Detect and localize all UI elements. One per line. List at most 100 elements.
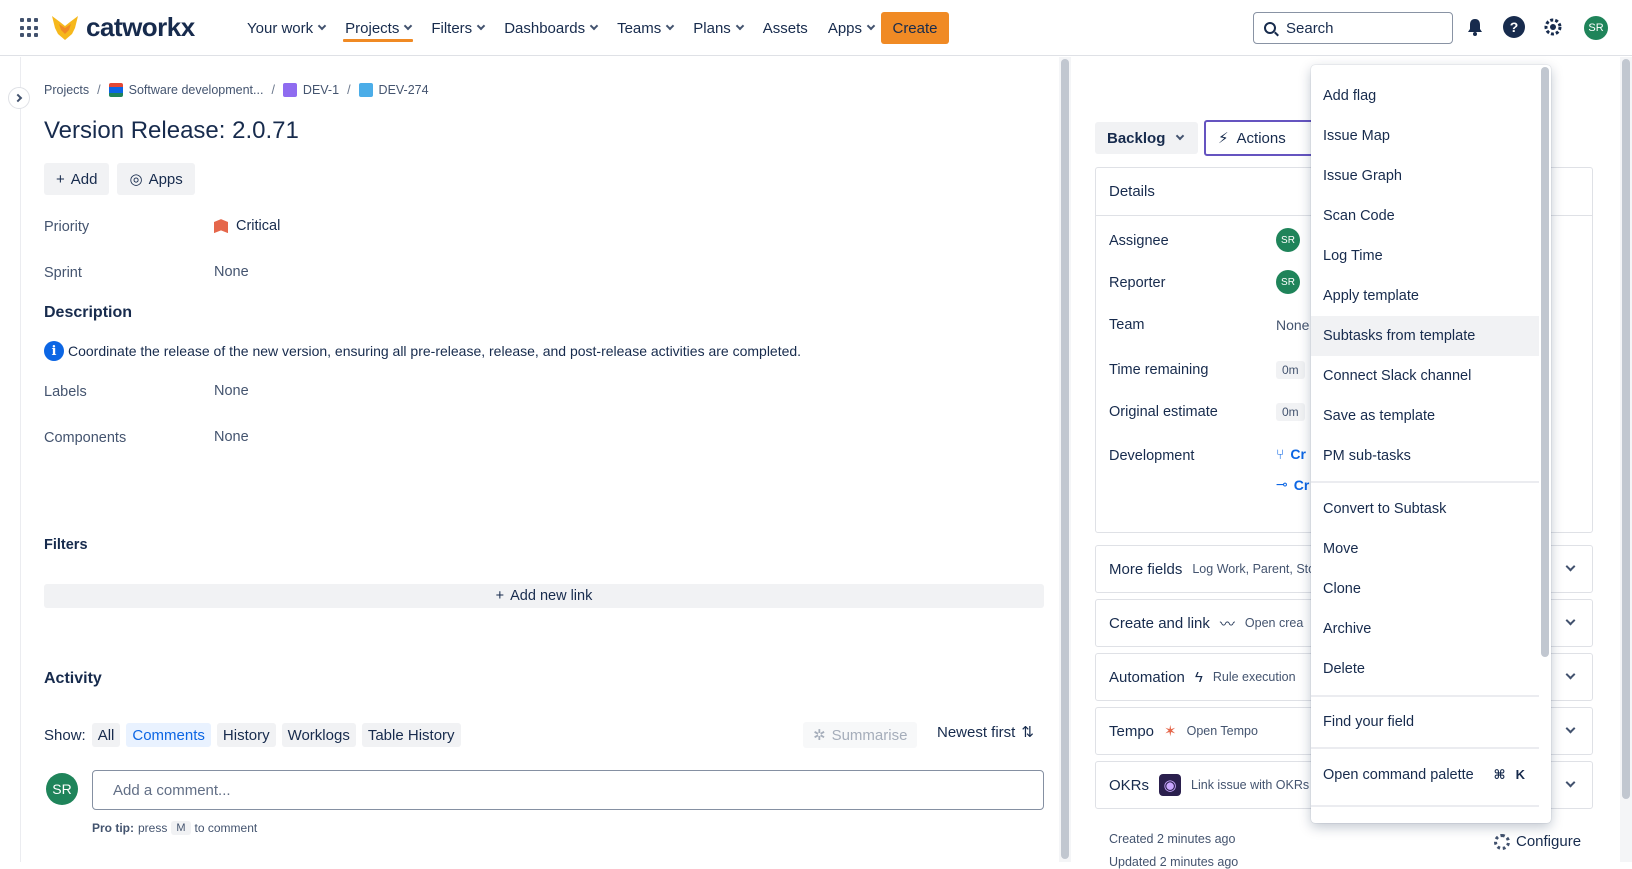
tab-all[interactable]: All <box>91 723 121 747</box>
add-link-label: Add new link <box>510 588 593 604</box>
breadcrumb-epic[interactable]: DEV-1 <box>303 83 339 97</box>
add-button[interactable]: + Add <box>44 163 110 195</box>
reporter-label: Reporter <box>1109 275 1166 291</box>
nav-label: Teams <box>617 19 662 37</box>
notifications-bell-icon[interactable] <box>1464 16 1486 38</box>
protip-key: M <box>171 821 191 835</box>
catworkx-logo[interactable]: catworkx <box>50 11 195 43</box>
menu-item-issue-graph[interactable]: Issue Graph <box>1311 156 1539 196</box>
settings-gear-icon[interactable] <box>1542 16 1564 38</box>
priority-value[interactable]: Critical <box>214 218 280 234</box>
more-fields-label: More fields <box>1109 560 1183 578</box>
tab-comments[interactable]: Comments <box>126 723 211 747</box>
create-link-sub: Open crea <box>1244 616 1304 630</box>
sort-order-button[interactable]: Newest first ⇅ <box>937 723 1034 742</box>
main-nav: Your work Projects Filters Dashboards Te… <box>237 0 884 56</box>
menu-item-add-flag[interactable]: Add flag <box>1311 76 1539 116</box>
components-value[interactable]: None <box>214 429 249 445</box>
create-branch-link[interactable]: ⑂ Cr <box>1276 446 1306 462</box>
expand-sidebar-button[interactable] <box>8 87 30 109</box>
breadcrumb-projects[interactable]: Projects <box>44 83 89 97</box>
issue-title[interactable]: Version Release: 2.0.71 <box>44 117 299 145</box>
status-backlog-button[interactable]: Backlog <box>1095 122 1198 154</box>
menu-item-archive[interactable]: Archive <box>1311 609 1539 649</box>
nav-label: Filters <box>431 19 473 37</box>
command-palette-label: Open command palette <box>1323 767 1474 783</box>
menu-item-pm-sub-tasks[interactable]: PM sub-tasks <box>1311 436 1539 476</box>
create-commit-link[interactable]: ⊸ Cr <box>1276 476 1309 493</box>
app-switcher-icon[interactable] <box>20 18 40 38</box>
menu-item-clone[interactable]: Clone <box>1311 569 1539 609</box>
configure-button[interactable]: Configure <box>1494 833 1581 850</box>
nav-apps[interactable]: Apps <box>818 0 884 56</box>
commit-icon: ⊸ <box>1276 476 1288 492</box>
more-fields-sub: Log Work, Parent, Stor <box>1192 562 1320 576</box>
help-icon[interactable]: ? <box>1503 16 1525 38</box>
menu-item-move[interactable]: Move <box>1311 529 1539 569</box>
actions-button[interactable]: ⚡ Actions <box>1204 120 1314 156</box>
nav-dashboards[interactable]: Dashboards <box>494 0 607 56</box>
menu-item-subtasks-from-template[interactable]: Subtasks from template <box>1311 316 1539 356</box>
user-avatar[interactable]: SR <box>1584 16 1608 40</box>
tab-table-history[interactable]: Table History <box>361 723 461 747</box>
link-wave-icon: 〰 <box>1219 615 1235 633</box>
menu-item-connect-slack-channel[interactable]: Connect Slack channel <box>1311 356 1539 396</box>
team-value[interactable]: None <box>1276 317 1309 333</box>
dev-link-text: Cr <box>1290 446 1306 462</box>
reporter-value[interactable]: SR <box>1276 270 1300 294</box>
labels-value[interactable]: None <box>214 383 249 399</box>
side-scrollbar[interactable] <box>1620 57 1632 862</box>
summarise-button[interactable]: ✲ Summarise <box>803 722 918 748</box>
menu-item-issue-map[interactable]: Issue Map <box>1311 116 1539 156</box>
nav-filters[interactable]: Filters <box>421 0 494 56</box>
original-estimate-label: Original estimate <box>1109 404 1218 420</box>
apps-button[interactable]: ◎ Apps <box>117 163 195 195</box>
main-scrollbar-thumb[interactable] <box>1061 59 1069 859</box>
okrs-sub: Link issue with OKRs <box>1191 778 1310 792</box>
breadcrumb-issue[interactable]: DEV-274 <box>379 83 429 97</box>
menu-item-apply-template[interactable]: Apply template <box>1311 276 1539 316</box>
updated-timestamp: Updated 2 minutes ago <box>1109 855 1239 869</box>
nav-your-work[interactable]: Your work <box>237 0 335 56</box>
description-text: Coordinate the release of the new versio… <box>68 343 802 359</box>
actions-label: Actions <box>1236 129 1286 147</box>
sprint-label: Sprint <box>44 265 82 281</box>
breadcrumb-project[interactable]: Software development... <box>129 83 264 97</box>
development-label: Development <box>1109 448 1195 464</box>
menu-scrollbar[interactable] <box>1541 67 1549 657</box>
time-remaining-value[interactable]: 0m <box>1276 361 1305 379</box>
breadcrumb: Projects / Software development... / DEV… <box>44 83 429 97</box>
chevron-down-icon <box>1565 615 1576 626</box>
menu-item-save-as-template[interactable]: Save as template <box>1311 396 1539 436</box>
sprint-value[interactable]: None <box>214 264 249 280</box>
original-estimate-value[interactable]: 0m <box>1276 403 1305 421</box>
show-label: Show: <box>44 726 86 744</box>
menu-item-scan-code[interactable]: Scan Code <box>1311 196 1539 236</box>
task-checkbox-icon <box>358 83 373 97</box>
menu-item-open-command-palette[interactable]: Open command palette ⌘ K <box>1311 755 1539 795</box>
nav-assets[interactable]: Assets <box>753 0 818 56</box>
main-scrollbar[interactable] <box>1059 57 1071 862</box>
tab-worklogs[interactable]: Worklogs <box>281 723 356 747</box>
time-remaining-pill: 0m <box>1276 361 1305 379</box>
menu-item-log-time[interactable]: Log Time <box>1311 236 1539 276</box>
assignee-value[interactable]: SR <box>1276 228 1300 252</box>
nav-teams[interactable]: Teams <box>607 0 683 56</box>
sort-icon: ⇅ <box>1021 724 1034 741</box>
description-body[interactable]: i Coordinate the release of the new vers… <box>44 341 801 361</box>
add-new-link-button[interactable]: + Add new link <box>44 584 1044 608</box>
menu-item-delete[interactable]: Delete <box>1311 649 1539 689</box>
okrs-label: OKRs <box>1109 776 1150 794</box>
nav-label: Projects <box>345 19 400 37</box>
search-input[interactable]: Search <box>1253 12 1453 44</box>
comment-input[interactable]: Add a comment... <box>92 770 1044 810</box>
menu-item-find-your-field[interactable]: Find your field <box>1311 702 1539 742</box>
create-button[interactable]: Create <box>881 12 949 44</box>
tab-history[interactable]: History <box>216 723 276 747</box>
menu-item-convert-to-subtask[interactable]: Convert to Subtask <box>1311 489 1539 529</box>
nav-projects[interactable]: Projects <box>335 0 421 56</box>
cat-logo-icon <box>52 16 78 40</box>
side-scrollbar-thumb[interactable] <box>1622 59 1630 799</box>
nav-plans[interactable]: Plans <box>683 0 753 56</box>
filters-heading: Filters <box>44 537 88 553</box>
